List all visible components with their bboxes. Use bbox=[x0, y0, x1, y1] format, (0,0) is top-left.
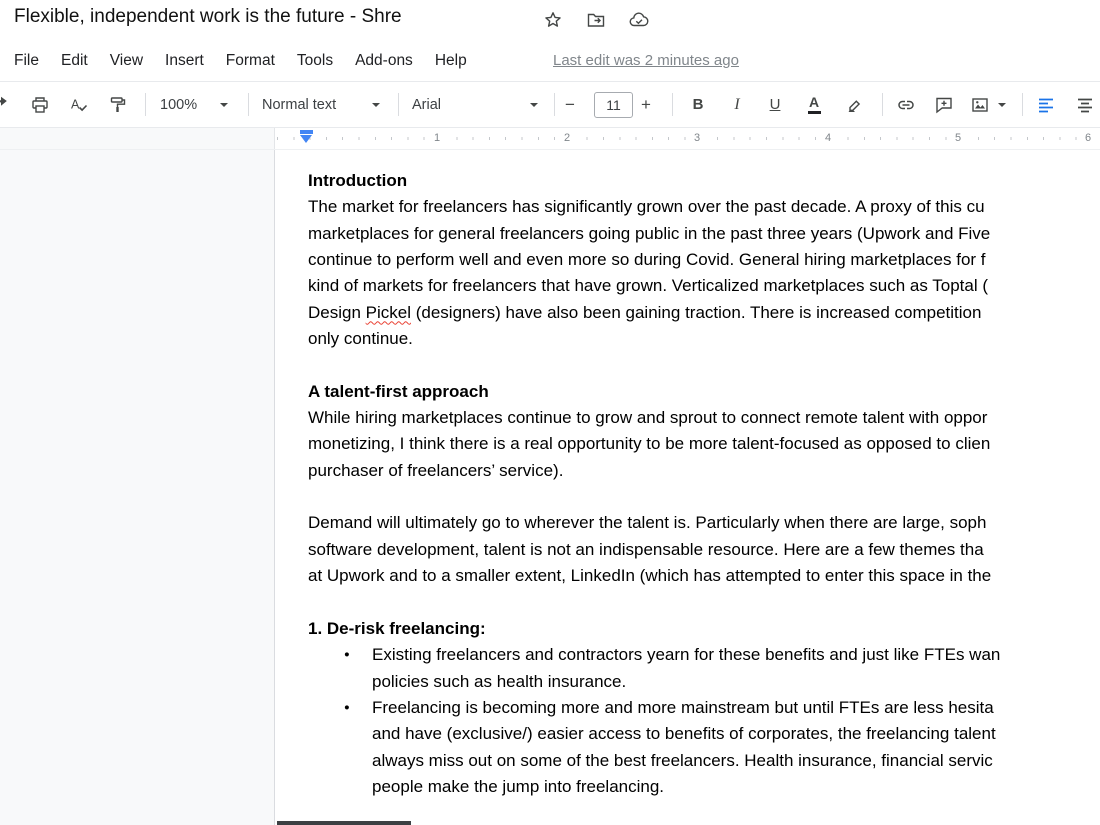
insert-image-icon[interactable] bbox=[966, 90, 1010, 120]
text-color-letter: A bbox=[808, 94, 820, 110]
ruler-label: 5 bbox=[951, 131, 965, 146]
paragraph-style-value: Normal text bbox=[262, 96, 337, 113]
move-folder-icon[interactable] bbox=[584, 8, 608, 32]
toolbar-separator bbox=[554, 93, 555, 116]
ruler-ticks bbox=[277, 137, 1100, 140]
doc-line: policies such as health insurance. bbox=[372, 671, 627, 691]
font-family-select[interactable]: Arial bbox=[404, 90, 546, 120]
insert-link-icon[interactable] bbox=[892, 90, 920, 120]
doc-heading-derisk: 1. De-risk freelancing: bbox=[308, 618, 486, 638]
doc-blank-line bbox=[308, 590, 1100, 616]
toolbar: A 100% Normal text Arial − 11 + B I U A bbox=[0, 82, 1100, 128]
doc-line: only continue. bbox=[308, 329, 413, 349]
doc-line: continue to perform well and even more s… bbox=[308, 250, 986, 270]
text-color-button[interactable]: A bbox=[800, 90, 828, 120]
paragraph-style-select[interactable]: Normal text bbox=[254, 90, 388, 120]
doc-heading-talent: A talent-first approach bbox=[308, 381, 489, 401]
menu-view[interactable]: View bbox=[99, 48, 154, 74]
bullet-icon: ● bbox=[344, 701, 350, 713]
menubar: File Edit View Insert Format Tools Add-o… bbox=[0, 40, 1100, 82]
doc-line: While hiring marketplaces continue to gr… bbox=[308, 408, 988, 428]
first-line-indent-marker[interactable] bbox=[300, 130, 313, 134]
highlight-color-icon[interactable] bbox=[841, 90, 869, 120]
redo-icon[interactable] bbox=[0, 90, 14, 120]
doc-blank-line bbox=[308, 352, 1100, 378]
doc-line: The market for freelancers has significa… bbox=[308, 197, 985, 217]
chevron-down-icon bbox=[998, 102, 1006, 107]
doc-text-span: Design bbox=[308, 302, 366, 322]
doc-line: software development, talent is not an i… bbox=[308, 539, 984, 559]
toolbar-separator bbox=[1022, 93, 1023, 116]
doc-text-span: (designers) have also been gaining tract… bbox=[411, 302, 982, 322]
toolbar-separator bbox=[248, 93, 249, 116]
left-indent-marker[interactable] bbox=[300, 135, 312, 143]
doc-line: Demand will ultimately go to wherever th… bbox=[308, 513, 987, 533]
doc-heading-introduction: Introduction bbox=[308, 171, 408, 190]
chevron-down-icon bbox=[530, 102, 538, 107]
zoom-value: 100% bbox=[160, 96, 198, 113]
ruler-label: 1 bbox=[430, 131, 444, 146]
ruler[interactable]: 1 2 3 4 5 6 bbox=[0, 128, 1100, 150]
star-icon[interactable] bbox=[541, 8, 565, 32]
add-comment-icon[interactable] bbox=[930, 90, 958, 120]
toolbar-separator bbox=[672, 93, 673, 116]
ruler-label: 2 bbox=[560, 131, 574, 146]
font-size-input[interactable]: 11 bbox=[594, 91, 633, 118]
align-left-button[interactable] bbox=[1032, 90, 1060, 120]
chevron-down-icon bbox=[372, 102, 380, 107]
chevron-down-icon bbox=[220, 102, 228, 107]
ruler-label: 4 bbox=[821, 131, 835, 146]
toolbar-separator bbox=[145, 93, 146, 116]
doc-line: monetizing, I think there is a real oppo… bbox=[308, 434, 991, 454]
bullet-text: Existing freelancers and contractors yea… bbox=[372, 645, 1001, 665]
ruler-label: 6 bbox=[1081, 131, 1095, 146]
doc-line: people make the jump into freelancing. bbox=[372, 776, 665, 796]
menu-addons[interactable]: Add-ons bbox=[344, 48, 424, 74]
spellcheck-icon[interactable]: A bbox=[65, 90, 93, 120]
align-center-button[interactable] bbox=[1071, 90, 1099, 120]
font-family-value: Arial bbox=[412, 96, 442, 113]
doc-line: Design Pickel (designers) have also been… bbox=[308, 300, 1100, 326]
bullet-text: Freelancing is becoming more and more ma… bbox=[372, 697, 994, 717]
doc-blank-line bbox=[308, 484, 1100, 510]
decrease-font-size-button[interactable]: − bbox=[556, 90, 584, 120]
menu-insert[interactable]: Insert bbox=[154, 48, 215, 74]
last-edit-link[interactable]: Last edit was 2 minutes ago bbox=[553, 52, 739, 69]
ruler-label: 3 bbox=[690, 131, 704, 146]
doc-line: always miss out on some of the best free… bbox=[372, 750, 993, 770]
menu-format[interactable]: Format bbox=[215, 48, 286, 74]
doc-line: and have (exclusive/) easier access to b… bbox=[372, 724, 996, 744]
embedded-object-top-edge bbox=[277, 821, 411, 825]
menu-edit[interactable]: Edit bbox=[50, 48, 99, 74]
toolbar-separator bbox=[882, 93, 883, 116]
paint-format-icon[interactable] bbox=[104, 90, 132, 120]
bullet-line: ● Existing freelancers and contractors y… bbox=[308, 642, 1100, 668]
ruler-margin-zone bbox=[0, 128, 275, 149]
print-icon[interactable] bbox=[26, 90, 54, 120]
menu-file[interactable]: File bbox=[3, 48, 50, 74]
doc-line: purchaser of freelancers’ service). bbox=[308, 460, 564, 480]
cloud-saved-icon[interactable] bbox=[627, 8, 651, 32]
titlebar: Flexible, independent work is the future… bbox=[0, 0, 1100, 40]
text-color-bar bbox=[807, 111, 821, 114]
doc-line: kind of markets for freelancers that hav… bbox=[308, 276, 989, 296]
underline-button[interactable]: U bbox=[761, 90, 789, 120]
bold-button[interactable]: B bbox=[684, 90, 712, 120]
menu-help[interactable]: Help bbox=[424, 48, 478, 74]
svg-text:A: A bbox=[71, 97, 80, 111]
bullet-icon: ● bbox=[344, 649, 350, 661]
bullet-line: ● Freelancing is becoming more and more … bbox=[308, 695, 1100, 721]
menu-tools[interactable]: Tools bbox=[286, 48, 344, 74]
toolbar-separator bbox=[398, 93, 399, 116]
document-title[interactable]: Flexible, independent work is the future… bbox=[14, 6, 402, 28]
title-actions bbox=[541, 8, 651, 32]
doc-line: marketplaces for general freelancers goi… bbox=[308, 223, 991, 243]
document-text: Introduction The market for freelancers … bbox=[308, 168, 1100, 800]
misspelled-word: Pickel bbox=[365, 302, 411, 322]
doc-line: at Upwork and to a smaller extent, Linke… bbox=[308, 566, 992, 586]
increase-font-size-button[interactable]: + bbox=[632, 90, 660, 120]
zoom-select[interactable]: 100% bbox=[152, 90, 236, 120]
italic-button[interactable]: I bbox=[723, 90, 751, 120]
